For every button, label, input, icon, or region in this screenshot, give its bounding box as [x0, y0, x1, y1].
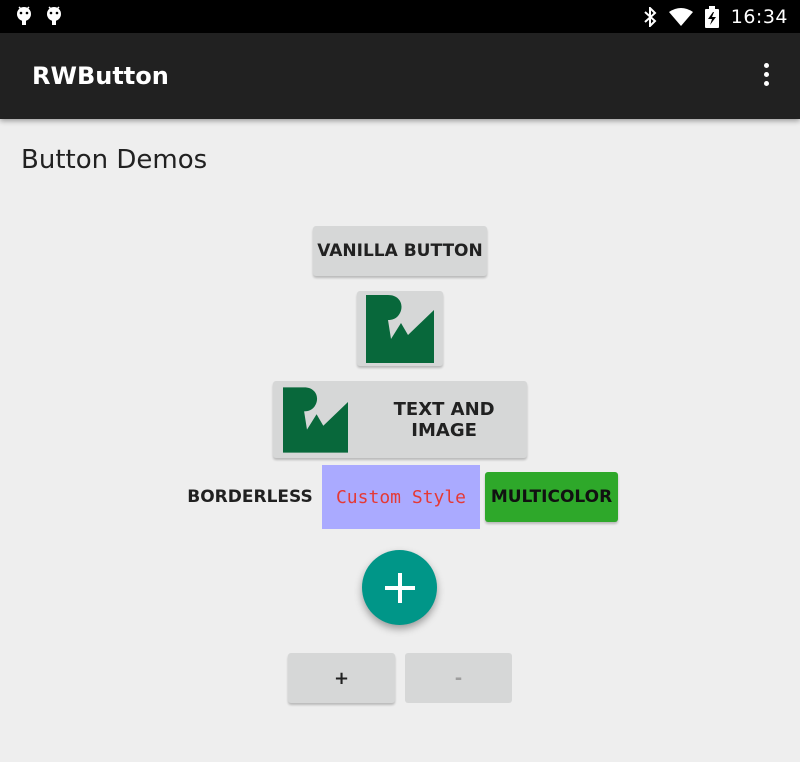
- android-debug-icon: [17, 6, 31, 25]
- custom-style-button-label: Custom Style: [335, 486, 467, 508]
- status-clock: 16:34: [730, 6, 788, 28]
- custom-style-button[interactable]: Custom Style: [322, 465, 480, 529]
- text-and-image-button-label: TEXT AND IMAGE: [393, 398, 495, 441]
- decrement-button[interactable]: -: [405, 653, 512, 703]
- android-debug-icon: [47, 6, 61, 25]
- vanilla-button[interactable]: VANILLA BUTTON: [313, 226, 487, 276]
- multicolor-button-label: MULTICOLOR: [490, 487, 613, 507]
- image-button[interactable]: [357, 291, 443, 366]
- bluetooth-icon: [644, 7, 657, 27]
- increment-button[interactable]: +: [288, 653, 395, 703]
- multicolor-button[interactable]: MULTICOLOR: [485, 472, 618, 522]
- overflow-menu-icon[interactable]: [758, 63, 774, 91]
- app-bar: RWButton: [0, 33, 800, 119]
- wifi-icon: [668, 8, 693, 26]
- rw-logo-icon: [283, 386, 349, 453]
- rw-logo-icon: [366, 294, 434, 363]
- decrement-button-label: -: [454, 667, 463, 689]
- status-bar: 16:34: [0, 0, 800, 33]
- app-title: RWButton: [32, 62, 169, 90]
- borderless-button-label: BORDERLESS: [187, 487, 313, 507]
- battery-charging-icon: [704, 6, 719, 28]
- page-heading: Button Demos: [21, 145, 208, 175]
- borderless-button[interactable]: BORDERLESS: [187, 472, 313, 522]
- vanilla-button-label: VANILLA BUTTON: [317, 241, 483, 261]
- add-icon: [384, 572, 415, 603]
- add-fab-button[interactable]: [362, 550, 437, 625]
- increment-button-label: +: [333, 667, 350, 689]
- text-and-image-button[interactable]: TEXT AND IMAGE: [273, 381, 527, 458]
